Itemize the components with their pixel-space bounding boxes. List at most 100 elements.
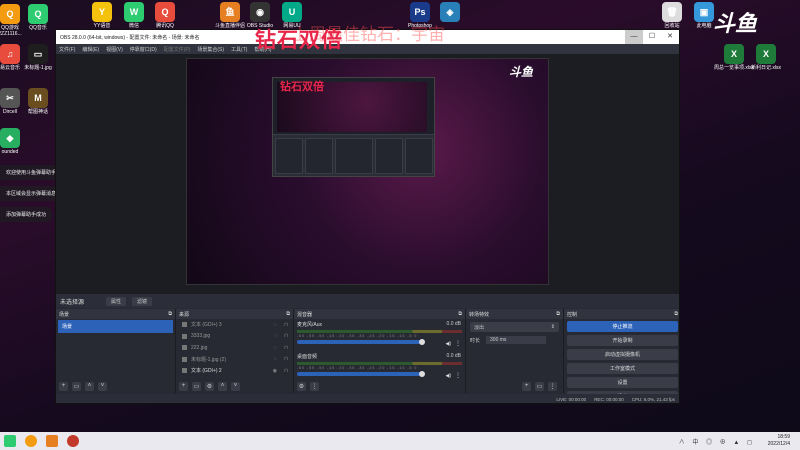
desktop-icon-top[interactable]: Q 腾讯QQ	[143, 2, 187, 29]
maximize-icon[interactable]: ☐	[643, 30, 661, 44]
scene-item[interactable]: 场景	[58, 320, 173, 333]
menu-item[interactable]: 场景集合(S)	[197, 46, 224, 53]
volume-slider[interactable]	[297, 339, 426, 345]
menu-item[interactable]: 编辑(E)	[82, 46, 99, 53]
volume-knob[interactable]	[419, 371, 426, 377]
minimize-icon[interactable]: —	[625, 30, 643, 44]
desktop-icon-top[interactable]: U 网易UU	[270, 2, 314, 29]
lock-icon[interactable]: ⊓	[284, 356, 288, 362]
desktop-icon-top[interactable]: ◈	[428, 2, 472, 23]
move-down-button[interactable]: ˅	[98, 381, 107, 391]
app-icon: M	[28, 88, 48, 108]
desktop-icon-label: 新利日记.xlsx	[750, 65, 781, 71]
channel-menu-icon[interactable]: ⋮	[455, 372, 461, 379]
stop-streaming-button[interactable]: 停止推流	[567, 321, 678, 332]
sources-dock: 来源 ⧉ 文本 (GDI+) 3 ◌ ⊓ 3333.jpg ◌ ⊓ 222.jpg ◌ ⊓ 未标题-…	[176, 309, 294, 393]
source-row[interactable]: 3333.jpg ◌ ⊓	[176, 331, 293, 343]
app-icon: Ps	[410, 2, 430, 22]
dock-undock-icon[interactable]: ⧉	[458, 311, 462, 317]
clock[interactable]: 18:59 2022/12/4	[768, 434, 790, 448]
add-transition-button[interactable]: +	[522, 381, 531, 391]
menu-item[interactable]: 工具(T)	[231, 46, 247, 53]
start-icon[interactable]	[4, 435, 16, 447]
close-icon[interactable]: ✕	[661, 30, 679, 44]
app-icon: ▣	[694, 2, 714, 22]
desktop-icon-right[interactable]: X 新利日记.xlsx	[744, 44, 788, 71]
visibility-eye-icon[interactable]: ◌	[274, 333, 277, 339]
obs-taskbar-icon[interactable]	[67, 435, 79, 447]
mixer-title: 混音器	[297, 311, 313, 318]
preview-canvas[interactable]: 斗鱼	[186, 58, 549, 285]
lock-icon[interactable]: ⊓	[284, 322, 288, 328]
channel-menu-icon[interactable]: ⋮	[455, 340, 461, 347]
properties-button[interactable]: 属性	[106, 296, 127, 306]
channel-db: 0.0 dB	[446, 353, 461, 359]
dock-undock-icon[interactable]: ⧉	[286, 311, 290, 317]
visibility-eye-icon[interactable]: ◌	[274, 356, 277, 362]
taskbar-app-icon[interactable]	[46, 435, 58, 447]
dock-undock-icon[interactable]: ⧉	[168, 311, 172, 317]
taskbar-app-icon[interactable]	[25, 435, 37, 447]
move-up-button[interactable]: ˄	[85, 381, 94, 391]
danmu-notice-welcome: 欢迎使用斗鱼弹幕助手	[0, 165, 63, 180]
volume-slider[interactable]	[297, 371, 426, 377]
menu-item[interactable]: 视图(V)	[106, 46, 123, 53]
rec-status: REC: 00:00:00	[594, 397, 624, 402]
app-icon: 鱼	[220, 2, 240, 22]
visibility-eye-icon[interactable]: ◌	[274, 322, 277, 328]
lock-icon[interactable]: ⊓	[284, 345, 288, 351]
app-icon: Y	[92, 2, 112, 22]
studio-mode-button[interactable]: 工作室模式	[567, 363, 678, 374]
volume-knob[interactable]	[419, 339, 426, 345]
source-row[interactable]: 222.jpg ◌ ⊓	[176, 342, 293, 354]
window-title: OBS 28.0.0 (64-bit, windows) - 配置文件: 未命名…	[60, 34, 200, 41]
remove-source-button[interactable]: ▭	[192, 381, 201, 391]
lock-icon[interactable]: ⊓	[284, 368, 288, 374]
menu-item[interactable]: 文件(F)	[59, 46, 75, 53]
source-type-icon	[182, 322, 187, 328]
volume-fill	[297, 339, 426, 345]
source-row[interactable]: 文本 (GDI+) 3 ◌ ⊓	[176, 319, 293, 331]
visibility-eye-icon[interactable]: ◌	[274, 345, 277, 351]
start-recording-button[interactable]: 开始录制	[567, 335, 678, 346]
duration-input[interactable]: 300 ms	[486, 336, 547, 344]
duration-label: 时长	[470, 337, 481, 344]
filters-button[interactable]: 滤镜	[132, 296, 153, 306]
desktop-icon-label: 此电脑	[696, 23, 712, 29]
add-scene-button[interactable]: +	[59, 381, 68, 391]
remove-transition-button[interactable]: ▭	[535, 381, 544, 391]
docks-row: 场景 ⧉ 场景 + ▭ ˄ ˅ 来源 ⧉ 文本 (GDI+) 3 ◌ ⊓ 3333.jpg…	[56, 309, 679, 402]
dock-undock-icon[interactable]: ⧉	[674, 311, 678, 317]
desktop-icon-left[interactable]: ◆ ounded	[0, 128, 32, 155]
desktop-icon-left[interactable]: M 帮图神话	[16, 88, 60, 115]
desktop-icon-label: Photoshop	[408, 23, 432, 29]
transition-menu-button[interactable]: ⋮	[548, 381, 557, 391]
desktop-icon-left[interactable]: ▭ 未标题-1.jpg	[16, 44, 60, 71]
move-down-button[interactable]: ˅	[231, 381, 240, 391]
visibility-eye-icon[interactable]: ◉	[273, 368, 277, 374]
transition-type: 淡出	[474, 324, 485, 331]
source-row[interactable]: 未标题-1.jpg (2) ◌ ⊓	[176, 354, 293, 366]
transitions-dock: 转场特效 ⧉ 淡出 ⇕ 时长 300 ms + ▭ ⋮	[466, 309, 564, 393]
dock-undock-icon[interactable]: ⧉	[556, 311, 560, 317]
source-row[interactable]: 文本 (GDI+) 2 ◉ ⊓	[176, 365, 293, 377]
desktop-icon-left[interactable]: Q QQ音乐	[16, 4, 60, 31]
system-tray[interactable]: ∧ 中 ◎ ⊕ ▲ ◻	[679, 437, 755, 446]
source-settings-button[interactable]: ⚙	[205, 381, 214, 391]
move-up-button[interactable]: ˄	[218, 381, 227, 391]
preview-area: 斗鱼	[56, 54, 679, 294]
advanced-audio-button[interactable]: ⚙	[297, 381, 306, 391]
lock-icon[interactable]: ⊓	[284, 333, 288, 339]
add-source-button[interactable]: +	[179, 381, 188, 391]
transition-select[interactable]: 淡出 ⇕	[470, 322, 559, 332]
settings-button[interactable]: 设置	[567, 377, 678, 388]
menu-item[interactable]: 停靠窗口(D)	[130, 46, 157, 53]
transitions-title: 转场特效	[469, 311, 490, 318]
source-label: 222.jpg	[191, 344, 208, 351]
remove-scene-button[interactable]: ▭	[72, 381, 81, 391]
mixer-menu-button[interactable]: ⋮	[310, 381, 319, 391]
speaker-icon[interactable]: ◀)	[445, 341, 451, 347]
start-virtual-camera-button[interactable]: 启动虚拟摄像机	[567, 349, 678, 360]
desktop-icon-right[interactable]: ▣ 此电脑	[682, 2, 726, 29]
menu-item[interactable]: 配置文件(P)	[164, 46, 191, 53]
